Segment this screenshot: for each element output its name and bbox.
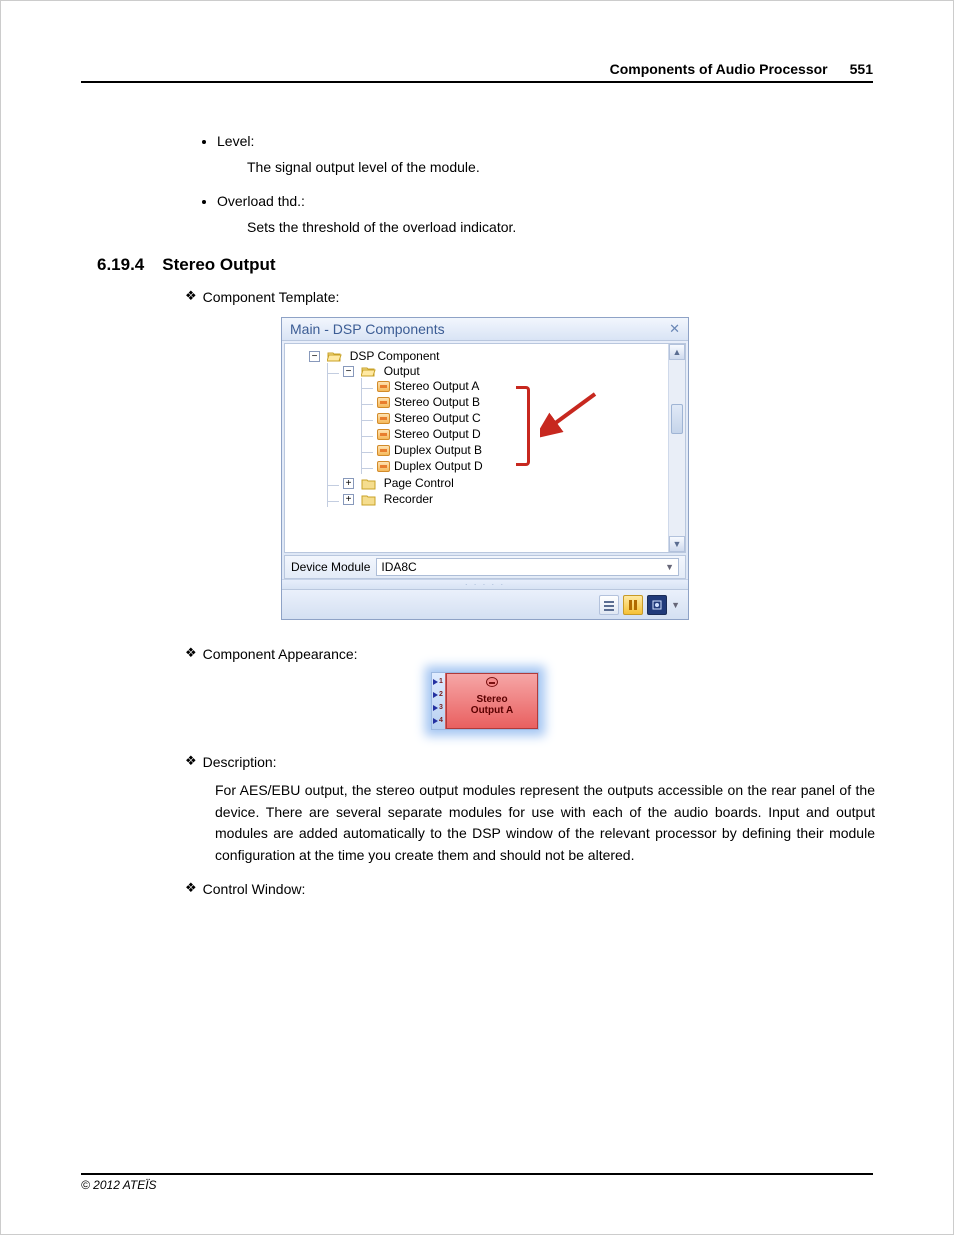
close-icon[interactable]: ✕ <box>669 321 680 337</box>
triangle-icon <box>433 718 438 724</box>
component-icon <box>377 445 390 456</box>
document-page: Components of Audio Processor 551 Level:… <box>0 0 954 1235</box>
tree-label: Stereo Output A <box>394 379 479 393</box>
folder-open-icon <box>327 351 342 363</box>
panel-titlebar: Main - DSP Components ✕ <box>282 318 688 341</box>
expand-icon[interactable]: + <box>343 478 354 489</box>
section-title: Stereo Output <box>162 255 275 275</box>
toolbar-button-2[interactable] <box>623 595 643 615</box>
tree-label: Duplex Output D <box>394 459 483 473</box>
port: 1 <box>432 678 445 685</box>
label-component-appearance: ❖ Component Appearance: <box>185 646 873 662</box>
page-header: Components of Audio Processor 551 <box>81 61 873 83</box>
component-icon <box>377 429 390 440</box>
collapse-icon[interactable]: − <box>343 366 354 377</box>
folder-open-icon <box>361 366 376 378</box>
folder-icon <box>361 478 376 490</box>
diamond-icon: ❖ <box>185 880 197 896</box>
folder-icon <box>361 494 376 506</box>
scrollbar[interactable]: ▲ ▼ <box>668 344 685 552</box>
expand-icon[interactable]: + <box>343 494 354 505</box>
chevron-down-icon[interactable]: ▼ <box>671 600 680 610</box>
tree-label: Page Control <box>384 476 454 490</box>
scroll-down-icon[interactable]: ▼ <box>669 536 685 552</box>
label-text: Component Template: <box>203 289 340 305</box>
component-appearance-block: 1 2 3 4 Stereo Output A <box>431 672 539 730</box>
tree-label: Stereo Output D <box>394 427 481 441</box>
panel-body: − DSP Component − <box>284 343 686 553</box>
component-icon <box>377 461 390 472</box>
triangle-icon <box>433 705 438 711</box>
label-description: ❖ Description: <box>185 754 873 770</box>
panel-resize-grip[interactable]: · · · · · <box>282 579 688 589</box>
panel-toolbar: ▼ <box>282 589 688 619</box>
page-number: 551 <box>850 61 873 77</box>
panel-title: Main - DSP Components <box>290 321 445 337</box>
device-value: IDA8C <box>381 560 416 574</box>
port: 3 <box>432 704 445 711</box>
section-number: 6.19.4 <box>97 255 144 275</box>
bullet-label: Overload thd.: <box>217 193 305 209</box>
tree-root[interactable]: − DSP Component − <box>293 348 683 508</box>
page-content: Level: The signal output level of the mo… <box>81 133 873 897</box>
section-heading: 6.19.4 Stereo Output <box>97 255 873 275</box>
stereo-icon <box>486 677 498 687</box>
description-paragraph: For AES/EBU output, the stereo output mo… <box>215 780 875 867</box>
component-body: Stereo Output A <box>446 673 538 729</box>
diamond-icon: ❖ <box>185 645 197 661</box>
tree-label: Output <box>384 364 420 378</box>
page-footer: © 2012 ATEÏS <box>81 1173 873 1192</box>
label-text: Control Window: <box>203 881 306 897</box>
bullet-label: Level: <box>217 133 254 149</box>
bullet-item: Level: The signal output level of the mo… <box>217 133 873 175</box>
port: 2 <box>432 691 445 698</box>
toolbar-button-1[interactable] <box>599 595 619 615</box>
triangle-icon <box>433 679 438 685</box>
tree-label: Stereo Output C <box>394 411 481 425</box>
tree-node[interactable]: + Recorder <box>327 491 683 507</box>
label-component-template: ❖ Component Template: <box>185 289 873 305</box>
scroll-thumb[interactable] <box>671 404 683 434</box>
tree-node[interactable]: + Page Control <box>327 475 683 491</box>
tree-label: Recorder <box>384 492 433 506</box>
triangle-icon <box>433 692 438 698</box>
chevron-down-icon: ▼ <box>665 562 674 572</box>
bullet-desc: Sets the threshold of the overload indic… <box>247 219 873 235</box>
arrow-annotation <box>540 389 600 439</box>
device-module-row: Device Module IDA8C ▼ <box>284 555 686 579</box>
component-label-1: Stereo <box>476 694 507 705</box>
port: 4 <box>432 717 445 724</box>
tree-label: Stereo Output B <box>394 395 480 409</box>
tree-node-output[interactable]: − Output Stereo Output A Stereo Output B… <box>327 363 683 475</box>
bullet-item: Overload thd.: Sets the threshold of the… <box>217 193 873 235</box>
label-control-window: ❖ Control Window: <box>185 881 873 897</box>
component-icon <box>377 413 390 424</box>
tree-panel: Main - DSP Components ✕ − DSP Component <box>281 317 689 620</box>
collapse-icon[interactable]: − <box>309 351 320 362</box>
label-text: Component Appearance: <box>203 646 358 662</box>
label-text: Description: <box>203 754 277 770</box>
component-ports: 1 2 3 4 <box>432 673 446 729</box>
device-label: Device Module <box>291 560 370 574</box>
copyright: © 2012 ATEÏS <box>81 1178 157 1192</box>
toolbar-button-3[interactable] <box>647 595 667 615</box>
highlight-bracket <box>516 386 530 466</box>
component-label-2: Output A <box>471 705 513 716</box>
component-tree[interactable]: − DSP Component − <box>291 348 683 508</box>
component-icon <box>377 397 390 408</box>
header-title: Components of Audio Processor <box>610 61 828 77</box>
device-select[interactable]: IDA8C ▼ <box>376 558 679 576</box>
bullet-list: Level: The signal output level of the mo… <box>217 133 873 235</box>
diamond-icon: ❖ <box>185 288 197 304</box>
tree-label: DSP Component <box>350 349 440 363</box>
bullet-desc: The signal output level of the module. <box>247 159 873 175</box>
component-icon <box>377 381 390 392</box>
tree-label: Duplex Output B <box>394 443 482 457</box>
scroll-up-icon[interactable]: ▲ <box>669 344 685 360</box>
diamond-icon: ❖ <box>185 753 197 769</box>
